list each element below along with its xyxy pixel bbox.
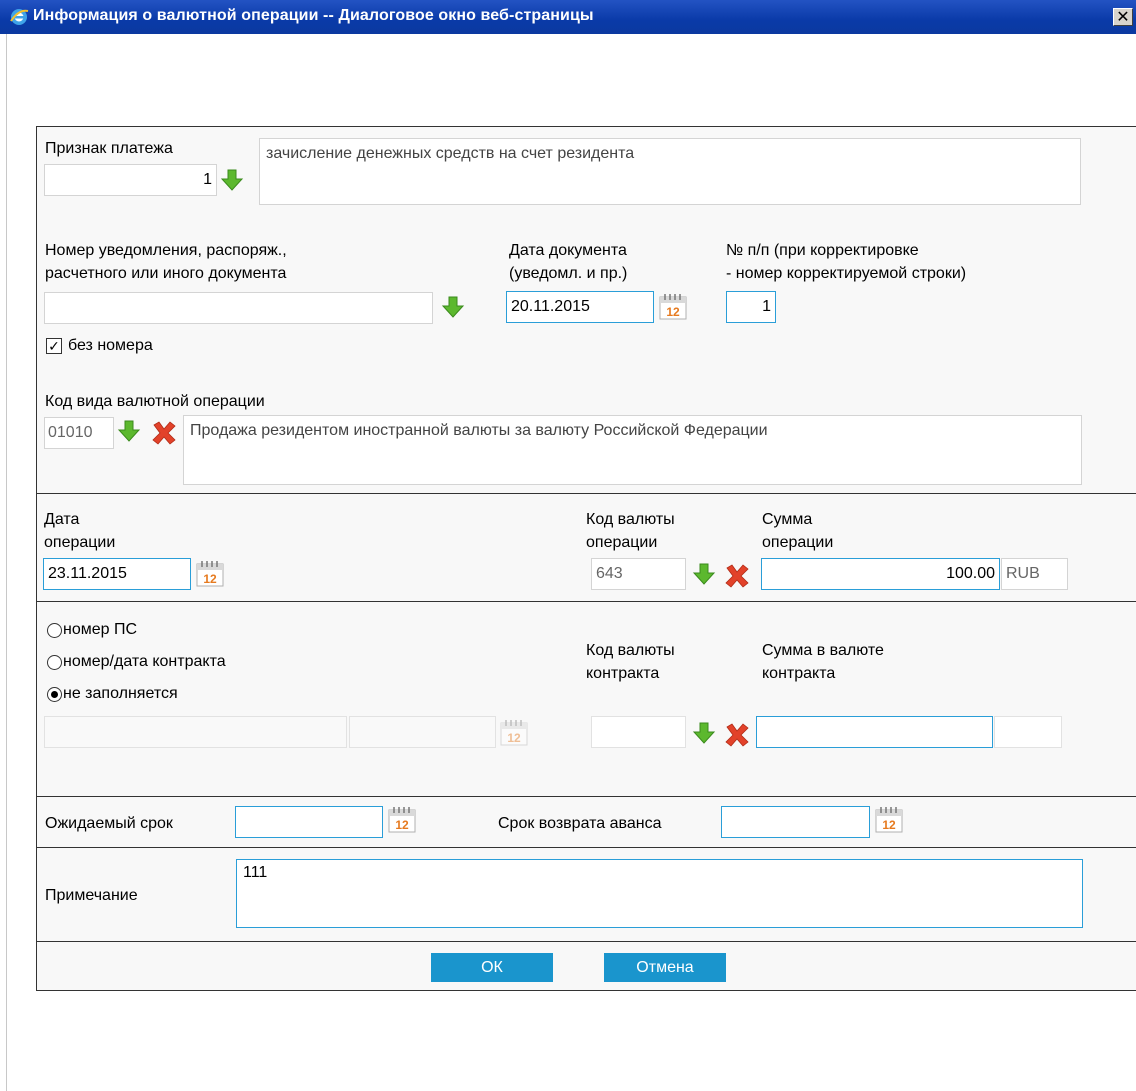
op-currency-input[interactable]: 643: [591, 558, 686, 590]
row-num-label-line1: № п/п (при корректировке: [726, 242, 919, 259]
svg-text:12: 12: [882, 818, 896, 832]
no-number-label: без номера: [68, 337, 153, 354]
contract-currency-label-line1: Код валюты: [586, 642, 675, 659]
contract-currency-input[interactable]: [591, 716, 686, 748]
green-arrow-down-icon[interactable]: [692, 562, 716, 586]
op-amount-input[interactable]: 100.00: [761, 558, 1000, 590]
no-number-checkbox[interactable]: ✓: [46, 338, 62, 354]
op-amount-currency: RUB: [1001, 558, 1068, 590]
red-x-icon[interactable]: [724, 564, 750, 588]
ok-button[interactable]: ОК: [431, 953, 553, 982]
doc-date-label-line2: (уведомл. и пр.): [509, 265, 628, 282]
svg-text:12: 12: [203, 572, 217, 586]
red-x-icon[interactable]: [151, 421, 177, 445]
svg-text:12: 12: [666, 305, 680, 319]
green-arrow-down-icon[interactable]: [117, 419, 141, 443]
doc-date-input[interactable]: 20.11.2015: [506, 291, 654, 323]
section-divider: [36, 796, 1136, 797]
window-title: Информация о валютной операции -- Диалог…: [33, 7, 594, 24]
close-button[interactable]: ✕: [1113, 8, 1133, 26]
radio-ps-label: номер ПС: [63, 621, 138, 638]
calendar-icon[interactable]: 12: [194, 560, 226, 588]
note-label: Примечание: [45, 887, 138, 904]
ps-number-input[interactable]: [44, 716, 347, 748]
note-textarea[interactable]: 111: [236, 859, 1083, 928]
op-date-input[interactable]: 23.11.2015: [43, 558, 191, 590]
ie-logo-icon: [10, 9, 29, 25]
op-date-label-line1: Дата: [44, 511, 80, 528]
section-divider: [36, 941, 1136, 942]
radio-ps-number[interactable]: [47, 623, 62, 638]
advance-return-label: Срок возврата аванса: [498, 815, 662, 832]
contract-currency-label-line2: контракта: [586, 665, 660, 682]
calendar-icon[interactable]: 12: [657, 293, 689, 321]
green-arrow-down-icon[interactable]: [441, 295, 465, 319]
section-divider: [36, 601, 1136, 602]
row-num-input[interactable]: 1: [726, 291, 776, 323]
notice-label-line2: расчетного или иного документа: [45, 265, 287, 282]
contract-amount-currency: [994, 716, 1062, 748]
row-num-label-line2: - номер корректируемой строки): [726, 265, 967, 282]
calendar-icon[interactable]: 12: [873, 806, 905, 834]
window-titlebar: Информация о валютной операции -- Диалог…: [0, 0, 1136, 34]
radio-not-filled[interactable]: [47, 687, 62, 702]
op-code-input[interactable]: 01010: [44, 417, 114, 449]
notice-label-line1: Номер уведомления, распоряж.,: [45, 242, 287, 259]
radio-contract-label: номер/дата контракта: [63, 653, 226, 670]
op-code-description: Продажа резидентом иностранной валюты за…: [183, 415, 1082, 485]
op-date-label-line2: операции: [44, 534, 116, 551]
advance-return-input[interactable]: [721, 806, 870, 838]
green-arrow-down-icon[interactable]: [692, 721, 716, 745]
op-amount-label-line1: Сумма: [762, 511, 813, 528]
notice-number-input[interactable]: [44, 292, 433, 324]
section-divider: [36, 493, 1136, 494]
doc-date-label-line1: Дата документа: [509, 242, 627, 259]
expected-term-label: Ожидаемый срок: [45, 815, 173, 832]
contract-amount-label-line2: контракта: [762, 665, 836, 682]
op-amount-label-line2: операции: [762, 534, 834, 551]
calendar-icon[interactable]: 12: [386, 806, 418, 834]
payment-description: зачисление денежных средств на счет рези…: [259, 138, 1081, 205]
section-divider: [36, 847, 1136, 848]
green-arrow-down-icon[interactable]: [220, 168, 244, 192]
op-currency-label-line1: Код валюты: [586, 511, 675, 528]
contract-amount-label-line1: Сумма в валюте: [762, 642, 884, 659]
op-currency-label-line2: операции: [586, 534, 658, 551]
red-x-icon[interactable]: [724, 723, 750, 747]
contract-date-input[interactable]: [349, 716, 496, 748]
payment-label: Признак платежа: [45, 140, 173, 157]
svg-text:12: 12: [507, 731, 521, 745]
expected-term-input[interactable]: [235, 806, 383, 838]
op-code-label: Код вида валютной операции: [45, 393, 265, 410]
payment-code-input[interactable]: 1: [44, 164, 217, 196]
window-border: [6, 34, 7, 1091]
cancel-button[interactable]: Отмена: [604, 953, 726, 982]
radio-contract-number-date[interactable]: [47, 655, 62, 670]
contract-amount-input[interactable]: [756, 716, 993, 748]
calendar-icon: 12: [500, 720, 528, 746]
svg-text:12: 12: [395, 818, 409, 832]
radio-none-label: не заполняется: [63, 685, 178, 702]
